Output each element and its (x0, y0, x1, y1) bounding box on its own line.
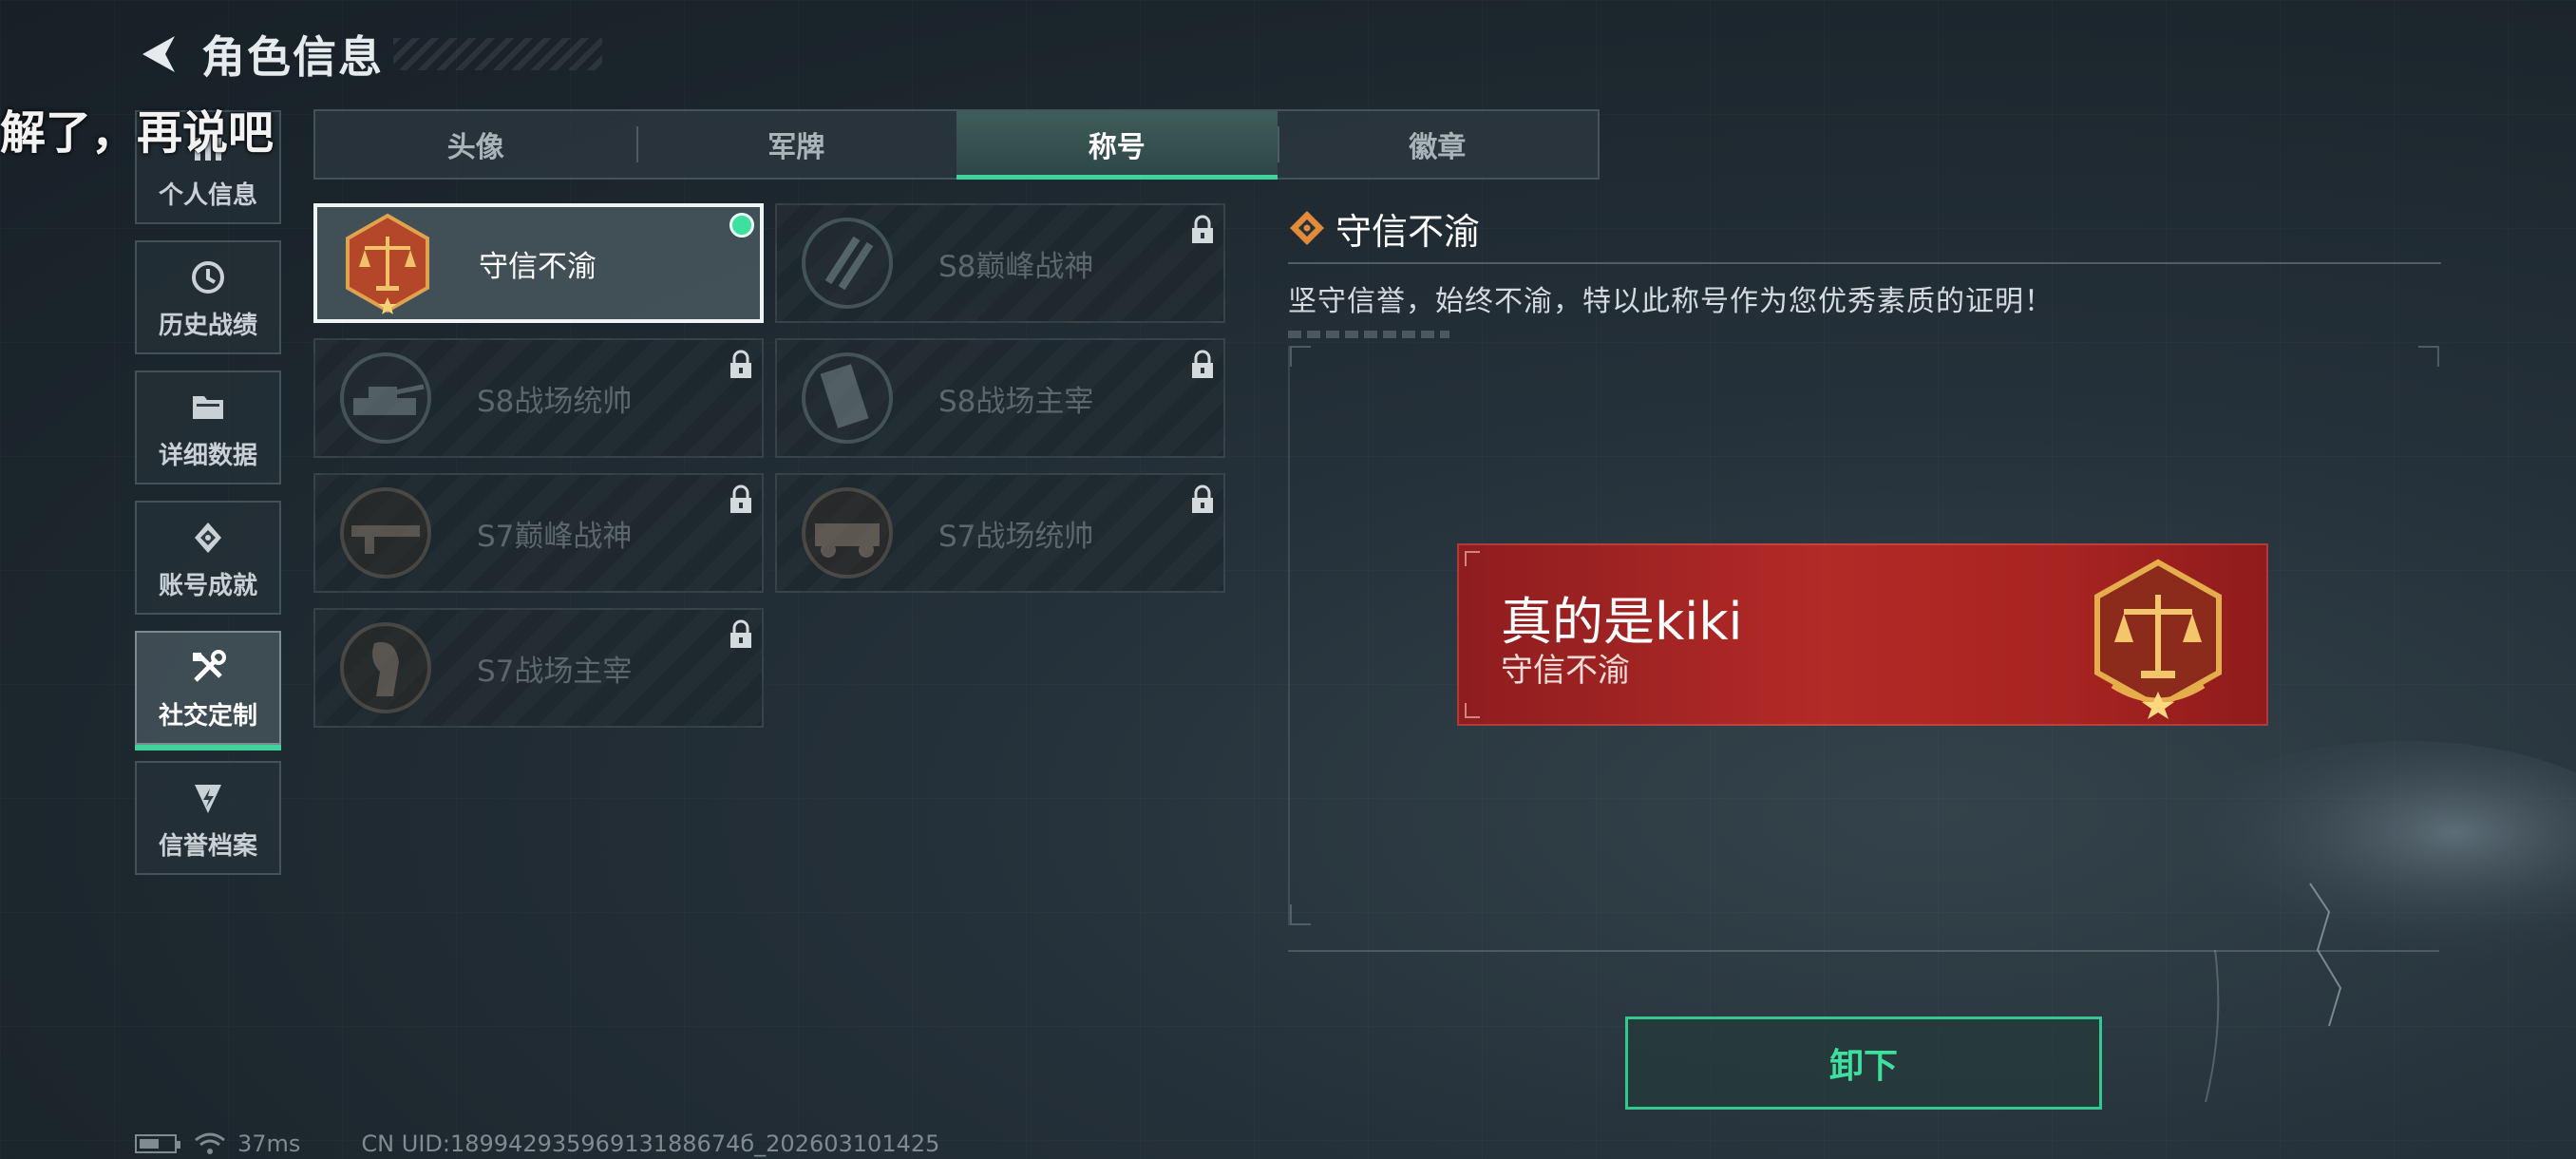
vehicle-emblem-icon (794, 480, 900, 586)
card-corner (1465, 551, 1480, 566)
folder-icon (187, 387, 229, 428)
history-icon (187, 256, 229, 298)
sidebar-item-label: 社交定制 (158, 702, 257, 731)
divider (1288, 262, 2441, 264)
divider (1288, 950, 2439, 952)
tab-badge[interactable]: 徽章 (1277, 111, 1599, 178)
achievement-icon (187, 517, 229, 559)
slash-emblem-icon (794, 210, 900, 316)
lock-icon (1192, 215, 1213, 243)
detail-description: 坚守信誉，始终不渝，特以此称号作为您优秀素质的证明！ (1288, 285, 2054, 318)
title-card-label: S8战场主宰 (938, 384, 1094, 419)
detail-header: 守信不渝 (1288, 200, 2441, 256)
sidebar-item-label: 个人信息 (158, 181, 257, 210)
ping-value: 37ms (237, 1130, 301, 1157)
lock-icon (730, 619, 751, 648)
title-card-label: S7战场统帅 (938, 519, 1094, 554)
unequip-button[interactable]: 卸下 (1625, 1016, 2102, 1110)
equipped-indicator-icon (729, 213, 754, 238)
frame-corner (1290, 346, 1311, 367)
sidebar-item-label: 信誉档案 (158, 832, 257, 861)
tab-bar: 头像 军牌 称号 徽章 (313, 109, 1600, 180)
title-decoration (393, 38, 602, 70)
sidebar-item-label: 账号成就 (158, 572, 257, 600)
sidebar-item-credit[interactable]: 信誉档案 (135, 761, 281, 875)
wifi-icon (195, 1132, 225, 1154)
lock-icon (1192, 350, 1213, 378)
preview-title: 守信不渝 (1501, 652, 1630, 690)
title-card[interactable]: S8巅峰战神 (775, 203, 1225, 323)
title-card-label: S8巅峰战神 (938, 249, 1094, 284)
card-corner (1465, 703, 1480, 718)
frame-corner (2418, 346, 2439, 367)
tab-title[interactable]: 称号 (957, 111, 1278, 180)
status-bar: 37ms CN UID:18994293596913188674б_202603… (135, 1130, 939, 1157)
title-card-label: S8战场统帅 (477, 384, 633, 419)
sidebar: 个人信息 历史战绩 详细数据 账号成就 社交定制 信誉档案 (135, 110, 281, 891)
gun-emblem-icon (332, 480, 439, 586)
shield-icon (187, 777, 229, 819)
title-card-label: S7战场主宰 (477, 654, 633, 689)
title-card[interactable]: S7巅峰战神 (313, 473, 764, 593)
scales-emblem-icon (334, 210, 441, 316)
scales-emblem-icon (2094, 559, 2222, 719)
title-card[interactable]: S8战场主宰 (775, 338, 1225, 458)
decorative-dashes (1288, 331, 1449, 338)
sidebar-item-label: 历史战绩 (158, 312, 257, 340)
sidebar-item-details[interactable]: 详细数据 (135, 370, 281, 484)
diamond-icon (1290, 211, 1324, 245)
sidebar-item-achievements[interactable]: 账号成就 (135, 501, 281, 615)
title-card[interactable]: 守信不渝 (313, 203, 764, 323)
lock-icon (1192, 484, 1213, 513)
frame-corner (1290, 904, 1311, 925)
sidebar-item-label: 详细数据 (158, 442, 257, 470)
title-card-label: 守信不渝 (479, 249, 597, 284)
overlay-caption: 解了，再说吧 (0, 106, 275, 160)
title-preview-card: 真的是kiki 守信不渝 (1457, 543, 2268, 726)
tank-emblem-icon (332, 345, 439, 451)
uid-text: CN UID:18994293596913188674б_20260310142… (361, 1130, 940, 1157)
battery-icon (135, 1134, 180, 1153)
title-card[interactable]: S8战场统帅 (313, 338, 764, 458)
header: 角色信息 (133, 21, 602, 87)
building-emblem-icon (794, 345, 900, 451)
back-arrow-icon[interactable] (133, 28, 184, 80)
title-card-label: S7巅峰战神 (477, 519, 633, 554)
tab-avatar[interactable]: 头像 (315, 111, 636, 178)
lock-icon (730, 350, 751, 378)
page-title: 角色信息 (201, 31, 384, 83)
tools-icon (187, 647, 229, 689)
lock-icon (730, 484, 751, 513)
soldier-emblem-icon (332, 615, 439, 721)
tab-dogtag[interactable]: 军牌 (635, 111, 957, 178)
title-card[interactable]: S7战场统帅 (775, 473, 1225, 593)
sidebar-item-history[interactable]: 历史战绩 (135, 240, 281, 354)
title-card[interactable]: S7战场主宰 (313, 608, 764, 728)
title-detail-panel: 守信不渝 坚守信誉，始终不渝，特以此称号作为您优秀素质的证明！ (1288, 200, 2441, 338)
detail-title: 守信不渝 (1335, 210, 1481, 253)
sidebar-item-social-custom[interactable]: 社交定制 (135, 631, 281, 750)
